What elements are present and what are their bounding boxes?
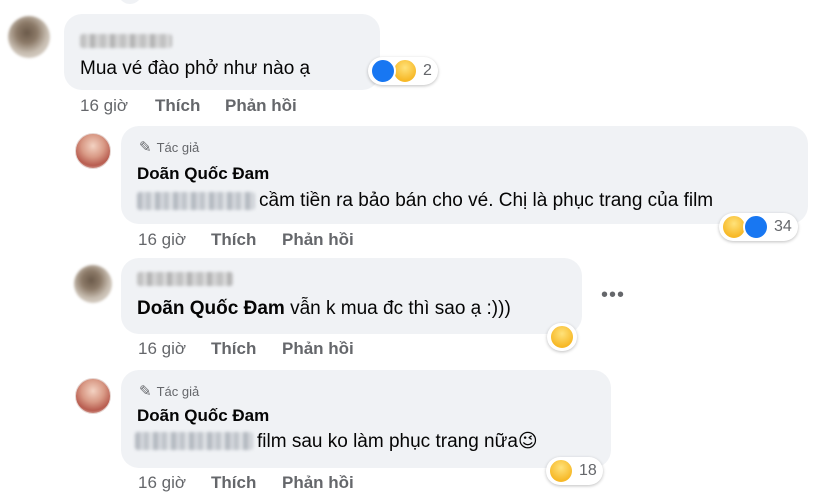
reply-button[interactable]: Phản hồi — [282, 473, 354, 493]
reaction-summary[interactable] — [547, 323, 577, 351]
blurred-username[interactable] — [80, 34, 172, 48]
author-tag-label: Tác giả — [156, 139, 200, 155]
reaction-summary[interactable]: 18 — [546, 457, 603, 485]
haha-icon — [549, 324, 575, 350]
comment-text: Mua vé đào phở như nào ạ — [80, 58, 311, 79]
comment-time[interactable]: 16 giờ — [138, 230, 186, 250]
comment-bubble: Mua vé đào phở như nào ạ — [64, 14, 380, 90]
author-name[interactable]: Doãn Quốc Đam — [137, 164, 269, 184]
author-tag-label: Tác giả — [156, 383, 200, 399]
comment-text: cầm tiền ra bảo bán cho vé. Chị là phục … — [259, 190, 714, 211]
mention-link[interactable]: Doãn Quốc Đam — [137, 298, 285, 319]
comment-text: Doãn Quốc Đam vẫn k mua đc thì sao ạ :))… — [137, 298, 511, 320]
comment-bubble: Doãn Quốc Đam vẫn k mua đc thì sao ạ :))… — [121, 258, 582, 334]
like-icon — [370, 58, 396, 84]
comment-time[interactable]: 16 giờ — [138, 473, 186, 493]
comment-body: vẫn k mua đc thì sao ạ :))) — [290, 298, 511, 319]
comment-time[interactable]: 16 giờ — [80, 96, 128, 116]
reply-button[interactable]: Phản hồi — [225, 96, 297, 116]
blurred-username[interactable] — [137, 272, 233, 286]
pen-icon: ✎ — [139, 139, 152, 156]
like-button[interactable]: Thích — [155, 96, 200, 116]
comment-text: film sau ko làm phục trang nữa😉 — [257, 430, 538, 453]
author-avatar[interactable] — [75, 133, 111, 169]
reply-button[interactable]: Phản hồi — [282, 339, 354, 359]
author-avatar[interactable] — [75, 378, 111, 414]
haha-icon — [548, 458, 574, 484]
reaction-summary[interactable]: 2 — [368, 57, 438, 85]
blurred-mention[interactable] — [135, 432, 253, 450]
reaction-summary[interactable]: 34 — [719, 213, 798, 241]
blurred-mention[interactable] — [137, 192, 255, 210]
comment-time[interactable]: 16 giờ — [138, 339, 186, 359]
author-name[interactable]: Doãn Quốc Đam — [137, 406, 269, 426]
avatar[interactable] — [74, 265, 112, 303]
reaction-count: 34 — [774, 218, 792, 235]
reaction-count: 2 — [423, 62, 432, 79]
reply-button[interactable]: Phản hồi — [282, 230, 354, 250]
reaction-count: 18 — [579, 462, 597, 479]
more-options-icon[interactable]: ••• — [601, 284, 625, 307]
pen-icon: ✎ — [139, 383, 152, 400]
wink-emoji-icon: 😉 — [517, 431, 538, 452]
cropped-reaction — [118, 0, 142, 4]
avatar[interactable] — [8, 16, 50, 58]
like-button[interactable]: Thích — [211, 473, 256, 493]
like-button[interactable]: Thích — [211, 339, 256, 359]
like-icon — [743, 214, 769, 240]
comment-bubble: ✎ Tác giả Doãn Quốc Đam film sau ko làm … — [121, 370, 611, 468]
author-badge: ✎ Tác giả — [139, 382, 199, 400]
comment-body: film sau ko làm phục trang nữa — [257, 431, 518, 452]
comment-bubble: ✎ Tác giả Doãn Quốc Đam cầm tiền ra bảo … — [121, 126, 808, 224]
author-badge: ✎ Tác giả — [139, 138, 199, 156]
like-button[interactable]: Thích — [211, 230, 256, 250]
